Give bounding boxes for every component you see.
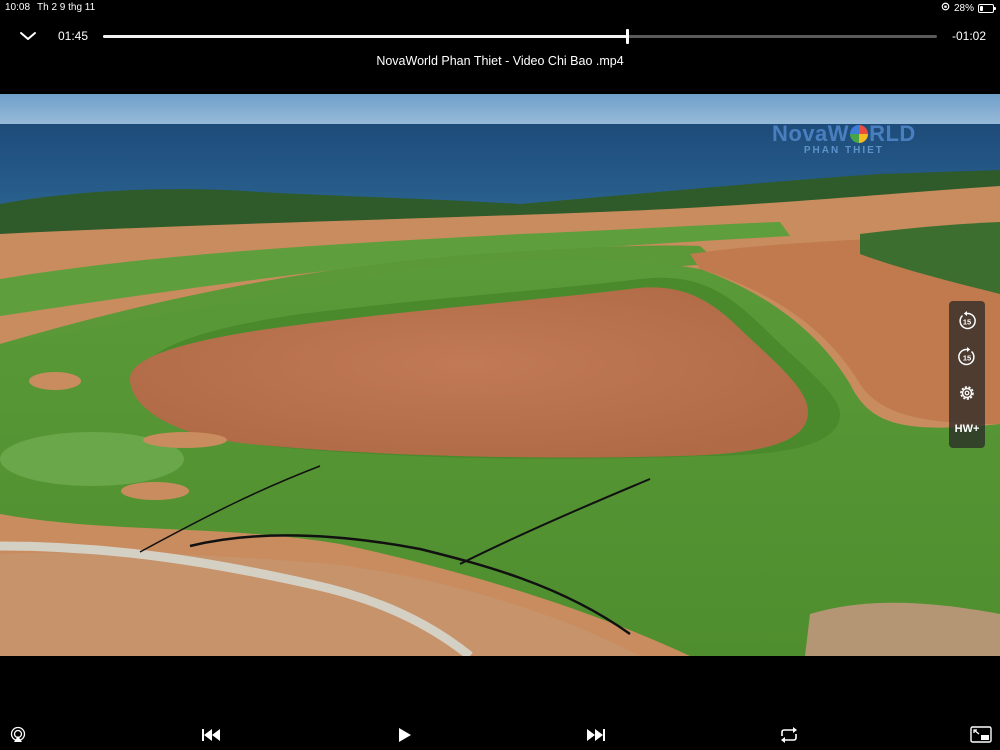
brand-part-nova: Nova (772, 121, 828, 146)
battery-level (980, 5, 983, 11)
next-track-icon[interactable] (583, 724, 609, 746)
video-title: NovaWorld Phan Thiet - Video Chi Bao .mp… (376, 54, 624, 68)
skip-forward-seconds: 15 (963, 354, 971, 363)
status-date: Th 2 9 thg 11 (37, 2, 96, 13)
status-bar: 10:08 Th 2 9 thg 11 28% (0, 0, 1000, 16)
status-right: 28% (941, 2, 996, 14)
video-frame[interactable] (0, 94, 1000, 656)
brand-logo-text: NovaW RLD (772, 121, 916, 147)
video-scene (0, 94, 1000, 656)
logo-globe-icon (850, 125, 869, 143)
player-bottom-bar (0, 720, 1000, 750)
battery-percent: 28% (953, 2, 974, 14)
airplay-icon[interactable] (5, 724, 31, 746)
status-time: 10:08 (5, 2, 31, 13)
progress-handle[interactable] (626, 29, 629, 44)
play-icon[interactable] (391, 724, 417, 746)
gear-icon[interactable] (953, 379, 981, 407)
repeat-icon[interactable] (776, 724, 802, 746)
battery-icon (978, 3, 996, 13)
progress-fill (103, 35, 627, 38)
skip-back-seconds: 15 (963, 318, 971, 327)
picture-in-picture-icon[interactable] (968, 724, 994, 746)
previous-track-icon[interactable] (198, 724, 224, 746)
progress-scrubber[interactable] (103, 29, 937, 44)
forward-15-icon[interactable]: 15 (953, 343, 981, 371)
side-control-panel: 15 15 HW+ (949, 301, 985, 448)
chevron-down-icon[interactable] (16, 26, 40, 46)
player-top-bar: 01:45 -01:02 (0, 20, 1000, 52)
decoder-toggle-button[interactable]: HW+ (953, 415, 981, 443)
remaining-time: -01:02 (951, 29, 986, 43)
elapsed-time: 01:45 (58, 29, 89, 43)
brand-part-w: W (827, 121, 850, 146)
brand-part-rld: RLD (869, 121, 916, 146)
brand-watermark: NovaW RLD PHAN THIET (772, 121, 916, 156)
rewind-15-icon[interactable]: 15 (953, 307, 981, 335)
orientation-lock-icon (941, 2, 950, 14)
